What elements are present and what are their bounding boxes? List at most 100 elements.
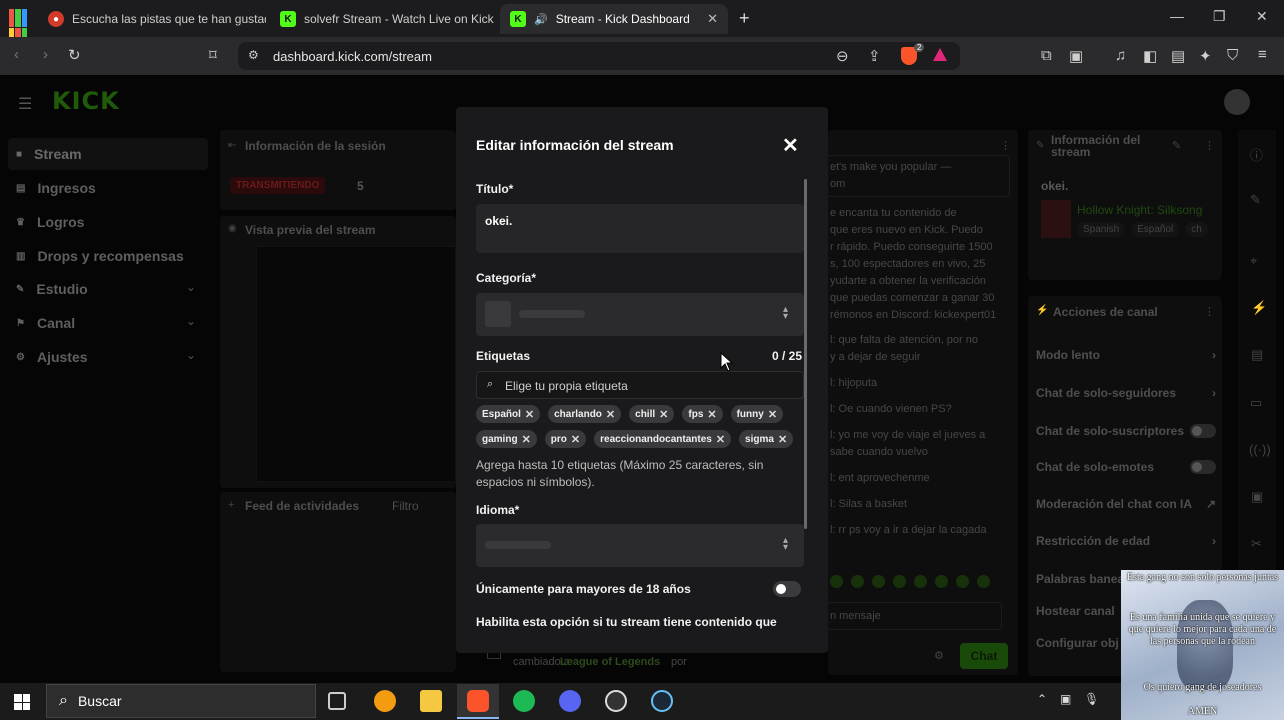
sidebar-item-estudio[interactable]: ✎ Estudio — [16, 279, 88, 299]
tray-chevron-icon[interactable]: ⌃ — [1037, 692, 1047, 706]
chevron-down-icon[interactable]: ⌄ — [186, 314, 196, 328]
info-icon[interactable]: ⓘ — [1250, 145, 1263, 164]
emote-bar[interactable] — [830, 575, 1010, 589]
site-settings-icon[interactable]: ⚙ — [248, 48, 259, 62]
modal-scrollbar[interactable] — [804, 179, 807, 529]
target-icon[interactable]: ⌖ — [1250, 253, 1257, 269]
notes-icon[interactable]: ▤ — [1251, 347, 1263, 363]
screenshot-icon[interactable]: ▣ — [1069, 47, 1083, 65]
chevron-down-icon[interactable]: ⌄ — [186, 348, 196, 362]
category-select[interactable]: ▴ ▾ — [476, 293, 804, 336]
browser-menu-icon[interactable]: ≡ — [1258, 46, 1267, 63]
leo-ai-icon[interactable]: ✦ — [1199, 47, 1212, 65]
remove-tag-icon[interactable]: ✕ — [525, 408, 534, 421]
remove-tag-icon[interactable]: ✕ — [707, 408, 716, 421]
maximize-icon[interactable]: ❐ — [1213, 8, 1226, 25]
sidebar-item-drops[interactable]: ▥ Drops y recompensas — [16, 246, 184, 266]
fl-studio-icon[interactable] — [374, 690, 396, 712]
remove-tag-icon[interactable]: ✕ — [606, 408, 615, 421]
browser-tab-audio[interactable]: ● Escucha las pistas que te han gustado — [38, 4, 266, 34]
emote-icon[interactable] — [935, 575, 948, 588]
file-explorer-icon[interactable] — [420, 690, 442, 712]
broadcast-icon[interactable]: ((·)) — [1249, 442, 1271, 457]
app-menu-icon[interactable]: ​​​ ​​​ ​​​ — [9, 9, 27, 65]
chat-bubble-icon[interactable]: ▭ — [1250, 395, 1262, 411]
remove-tag-icon[interactable]: ✕ — [716, 433, 725, 446]
sidebar-toggle-icon[interactable]: ◧ — [1143, 47, 1157, 65]
zoom-icon[interactable]: ⊖ — [836, 47, 849, 65]
kick-logo[interactable]: KICK — [52, 87, 120, 115]
tags-input[interactable]: ⌕ Elige tu propia etiqueta — [476, 371, 804, 399]
wallet-icon[interactable]: ▤ — [1171, 47, 1185, 65]
reload-icon[interactable]: ↻ — [68, 46, 81, 64]
brave-icon[interactable] — [467, 690, 489, 712]
toggle-switch[interactable] — [1190, 424, 1216, 438]
chevron-down-icon[interactable]: ⌄ — [186, 280, 196, 294]
action-modo-lento[interactable]: Modo lento › — [1036, 348, 1216, 362]
vpn-icon[interactable]: ⛉ — [1227, 47, 1238, 64]
language-select[interactable]: ▴ ▾ — [476, 524, 804, 567]
bookmark-icon[interactable]: ⌑ — [209, 46, 217, 64]
tray-mic-icon[interactable]: 🎙 — [1084, 692, 1099, 706]
action-restriccion-edad[interactable]: Restricción de edad › — [1036, 534, 1216, 548]
emote-icon[interactable] — [914, 575, 927, 588]
close-tab-icon[interactable]: ✕ — [707, 11, 718, 27]
sidebar-item-ajustes[interactable]: ⚙ Ajustes — [16, 347, 88, 367]
forward-icon[interactable]: › — [43, 46, 48, 63]
edit-icon[interactable]: ✎ — [1172, 139, 1181, 152]
stream-preview[interactable] — [256, 246, 456, 482]
remove-tag-icon[interactable]: ✕ — [659, 408, 668, 421]
obs-icon[interactable] — [605, 690, 627, 712]
brave-rewards-icon[interactable] — [933, 48, 947, 61]
collapse-icon[interactable]: ⇤ — [228, 140, 236, 151]
remove-tag-icon[interactable]: ✕ — [571, 433, 580, 446]
extensions-icon[interactable]: ⧉ — [1041, 47, 1052, 64]
pencil-icon[interactable]: ✎ — [1250, 192, 1261, 208]
music-icon[interactable]: ♫ — [1115, 47, 1126, 64]
emote-icon[interactable] — [977, 575, 990, 588]
discord-icon[interactable] — [559, 690, 581, 712]
new-tab-button[interactable]: + — [739, 8, 750, 29]
taskbar-search[interactable]: ⌕ Buscar — [46, 684, 316, 718]
share-icon[interactable]: ⇪ — [868, 47, 881, 65]
emote-icon[interactable] — [830, 575, 843, 588]
tray-app-icon[interactable]: ▣ — [1060, 692, 1071, 706]
url-text[interactable]: dashboard.kick.com/stream — [273, 49, 432, 64]
windows-start-icon[interactable] — [14, 694, 30, 710]
browser-tab-solvefr[interactable]: K solvefr Stream - Watch Live on Kick — [270, 4, 496, 34]
spotify-icon[interactable] — [513, 690, 535, 712]
speaker-icon[interactable]: 🔊 — [534, 13, 548, 26]
info-game[interactable]: Hollow Knight: Silksong — [1077, 203, 1202, 217]
chat-settings-icon[interactable]: ⚙ — [934, 649, 944, 662]
remove-tag-icon[interactable]: ✕ — [778, 433, 787, 446]
remove-tag-icon[interactable]: ✕ — [768, 408, 777, 421]
feed-add-icon[interactable]: + — [228, 499, 234, 511]
emote-icon[interactable] — [851, 575, 864, 588]
close-window-icon[interactable]: ✕ — [1256, 8, 1268, 25]
emote-icon[interactable] — [893, 575, 906, 588]
feed-filter-button[interactable]: Filtro — [392, 499, 419, 513]
title-input[interactable]: okei. — [476, 204, 804, 253]
minimize-icon[interactable]: — — [1170, 8, 1184, 24]
sidebar-item-logros[interactable]: ♛ Logros — [16, 212, 84, 232]
info-menu-icon[interactable]: ⋮ — [1204, 139, 1215, 152]
action-solo-emotes[interactable]: Chat de solo-emotes — [1036, 460, 1216, 474]
steam-icon[interactable] — [651, 690, 673, 712]
bolt-rail-icon[interactable]: ⚡ — [1251, 300, 1267, 316]
remove-tag-icon[interactable]: ✕ — [522, 433, 531, 446]
emote-icon[interactable] — [872, 575, 885, 588]
task-view-icon[interactable] — [328, 692, 346, 710]
browser-tab-dashboard[interactable]: K 🔊 Stream - Kick Dashboard ✕ — [500, 4, 728, 34]
monitor-icon[interactable]: ▣ — [1251, 489, 1263, 505]
action-moderacion-ia[interactable]: Moderación del chat con IA ↗ — [1036, 497, 1216, 511]
actions-menu-icon[interactable]: ⋮ — [1204, 305, 1215, 318]
toggle-switch[interactable] — [1190, 460, 1216, 474]
adult-toggle[interactable] — [773, 581, 801, 597]
sidebar-item-canal[interactable]: ⚑ Canal — [16, 313, 75, 333]
emote-icon[interactable] — [956, 575, 969, 588]
wrench-icon[interactable]: ✂ — [1251, 536, 1262, 552]
chat-menu-icon[interactable]: ⋮ — [1000, 139, 1011, 152]
user-avatar[interactable] — [1224, 89, 1250, 115]
action-solo-seguidores[interactable]: Chat de solo-seguidores › — [1036, 386, 1216, 400]
chat-send-button[interactable]: Chat — [960, 643, 1008, 669]
